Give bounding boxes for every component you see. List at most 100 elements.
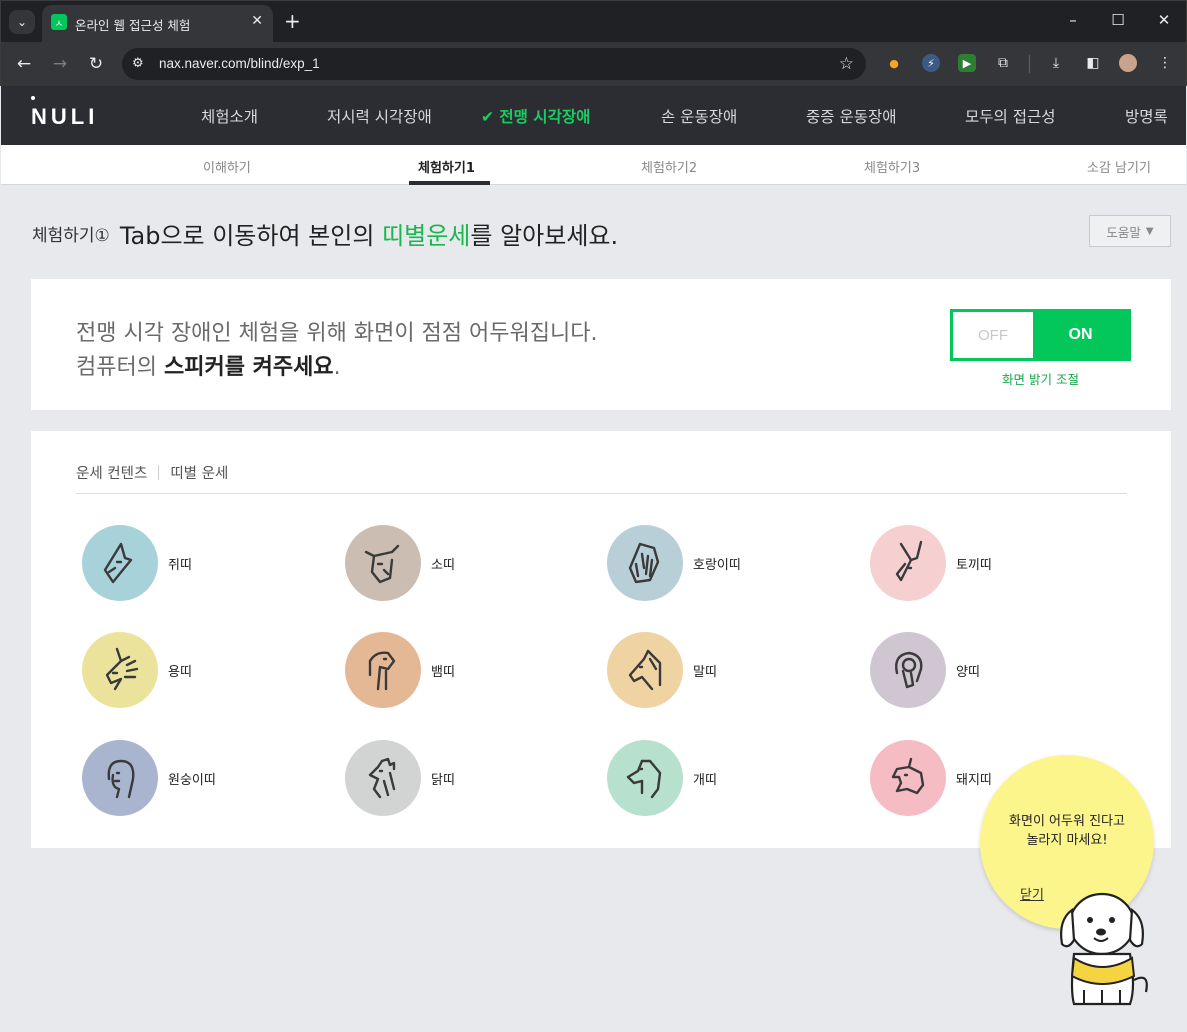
heading-text-before: Tab으로 이동하여 본인의 — [119, 222, 383, 250]
sub-navigation: 이해하기 체험하기1 체험하기2 체험하기3 소감 남기기 — [1, 145, 1186, 185]
breadcrumb-divider — [158, 465, 160, 480]
breadcrumb: 운세 컨텐츠 띠별 운세 — [76, 462, 228, 483]
zodiac-label: 개띠 — [693, 772, 717, 788]
zodiac-label: 양띠 — [956, 664, 980, 680]
bubble-line-1: 화면이 어두워 진다고 — [1009, 814, 1125, 829]
toggle-on-option[interactable]: ON — [1033, 312, 1128, 358]
rat-icon — [82, 525, 158, 601]
guide-dog-mascot — [1060, 892, 1148, 1006]
extension-person-icon[interactable]: ● — [885, 54, 903, 72]
gnb-intro[interactable]: 체험소개 — [201, 105, 258, 127]
maximize-icon[interactable]: ☐ — [1108, 11, 1128, 29]
monkey-icon — [82, 740, 158, 816]
zodiac-label: 닭띠 — [431, 772, 455, 788]
notice-line-2-prefix: 컴퓨터의 — [76, 355, 164, 380]
gnb-hand-motor[interactable]: 손 운동장애 — [661, 105, 737, 127]
bookmark-star-icon[interactable]: ☆ — [839, 54, 854, 74]
side-panel-icon[interactable]: ◧ — [1084, 54, 1102, 72]
nuli-logo[interactable]: NULI — [31, 104, 98, 130]
zodiac-horse[interactable]: 말띠 — [607, 632, 717, 708]
zodiac-label: 쥐띠 — [168, 557, 192, 573]
gnb-low-vision[interactable]: 저시력 시각장애 — [327, 105, 432, 127]
menu-kebab-icon[interactable]: ⋮ — [1156, 54, 1174, 72]
notice-line-2: 컴퓨터의 스피커를 켜주세요. — [76, 349, 341, 381]
reload-icon[interactable]: ↻ — [85, 53, 107, 75]
back-icon[interactable]: ← — [13, 53, 35, 75]
zodiac-rooster[interactable]: 닭띠 — [345, 740, 455, 816]
zodiac-ox[interactable]: 소띠 — [345, 525, 455, 601]
help-button[interactable]: 도움말 ▼ — [1089, 215, 1171, 247]
tiger-icon — [607, 525, 683, 601]
url-text[interactable]: nax.naver.com/blind/exp_1 — [159, 56, 320, 71]
download-icon[interactable]: ⤓ — [1047, 54, 1065, 72]
toolbar-divider — [1029, 55, 1030, 73]
zodiac-label: 말띠 — [693, 664, 717, 680]
browser-tab[interactable]: ㅅ 온라인 웹 접근성 체험 ✕ — [42, 5, 273, 43]
zodiac-label: 용띠 — [168, 664, 192, 680]
zodiac-label: 뱀띠 — [431, 664, 455, 680]
zodiac-rat[interactable]: 쥐띠 — [82, 525, 192, 601]
zodiac-tiger[interactable]: 호랑이띠 — [607, 525, 741, 601]
caret-down-icon: ▼ — [1145, 225, 1154, 237]
gnb-accessibility-for-all[interactable]: 모두의 접근성 — [965, 105, 1056, 127]
gnb-blind-label: 전맹 시각장애 — [499, 108, 591, 126]
heading-text: Tab으로 이동하여 본인의 띠별운세를 알아보세요. — [120, 222, 618, 250]
zodiac-monkey[interactable]: 원숭이띠 — [82, 740, 216, 816]
sheep-icon — [870, 632, 946, 708]
notice-panel: 전맹 시각 장애인 체험을 위해 화면이 점점 어두워집니다. 컴퓨터의 스피커… — [31, 279, 1171, 410]
zodiac-sheep[interactable]: 양띠 — [870, 632, 980, 708]
subnav-feedback[interactable]: 소감 남기기 — [1087, 157, 1151, 176]
zodiac-dog[interactable]: 개띠 — [607, 740, 717, 816]
site-info-icon[interactable]: ⚙ — [132, 56, 144, 71]
forward-icon[interactable]: → — [49, 53, 71, 75]
zodiac-label: 돼지띠 — [956, 772, 992, 788]
extension-bolt-icon[interactable]: ⚡ — [922, 54, 940, 72]
gnb-guestbook[interactable]: 방명록 — [1125, 105, 1168, 127]
browser-toolbar: ← → ↻ ⚙ nax.naver.com/blind/exp_1 ☆ ● ⚡ … — [0, 42, 1187, 86]
breadcrumb-zodiac-fortune[interactable]: 띠별 운세 — [170, 466, 228, 482]
check-icon: ✔ — [481, 108, 500, 126]
bubble-close-link[interactable]: 닫기 — [1020, 884, 1044, 903]
page-title: 체험하기① Tab으로 이동하여 본인의 띠별운세를 알아보세요. — [32, 216, 618, 251]
extensions-puzzle-icon[interactable]: ⧉ — [994, 54, 1012, 72]
active-tab-indicator — [409, 181, 490, 185]
address-bar[interactable]: ⚙ nax.naver.com/blind/exp_1 ☆ — [122, 48, 866, 80]
rooster-icon — [345, 740, 421, 816]
zodiac-pig[interactable]: 돼지띠 — [870, 740, 992, 816]
toggle-caption: 화면 밝기 조절 — [1002, 372, 1079, 387]
gnb-blind[interactable]: ✔ 전맹 시각장애 — [481, 105, 590, 127]
zodiac-rabbit[interactable]: 토끼띠 — [870, 525, 992, 601]
profile-avatar[interactable] — [1119, 54, 1137, 72]
zodiac-label: 원숭이띠 — [168, 772, 216, 788]
pig-icon — [870, 740, 946, 816]
favicon-icon: ㅅ — [51, 14, 67, 30]
subnav-experience-1[interactable]: 체험하기1 — [418, 157, 475, 176]
tab-search-button[interactable]: ⌄ — [9, 10, 35, 34]
heading-highlight: 띠별운세 — [382, 222, 471, 250]
breadcrumb-fortune-contents[interactable]: 운세 컨텐츠 — [76, 466, 147, 482]
subnav-understand[interactable]: 이해하기 — [203, 157, 251, 176]
minimize-icon[interactable]: – — [1063, 11, 1083, 29]
zodiac-snake[interactable]: 뱀띠 — [345, 632, 455, 708]
toggle-off-option[interactable]: OFF — [953, 312, 1033, 358]
tab-close-icon[interactable]: ✕ — [251, 13, 263, 29]
ox-icon — [345, 525, 421, 601]
help-label: 도움말 — [1106, 224, 1141, 240]
dragon-icon — [82, 632, 158, 708]
subnav-experience-2[interactable]: 체험하기2 — [641, 157, 697, 176]
bubble-line-2: 놀라지 마세요! — [1026, 833, 1108, 848]
heading-prefix: 체험하기① — [32, 226, 110, 246]
zodiac-label: 호랑이띠 — [693, 557, 741, 573]
notice-line-2-bold: 스피커를 켜주세요 — [163, 355, 334, 380]
extension-video-icon[interactable]: ▶ — [958, 54, 976, 72]
close-window-icon[interactable]: ✕ — [1154, 11, 1174, 29]
rabbit-icon — [870, 525, 946, 601]
zodiac-dragon[interactable]: 용띠 — [82, 632, 192, 708]
brightness-toggle[interactable]: OFF ON — [950, 309, 1131, 361]
gnb-severe-motor[interactable]: 중증 운동장애 — [806, 105, 897, 127]
site-header: NULI 체험소개 저시력 시각장애 ✔ 전맹 시각장애 손 운동장애 중증 운… — [1, 86, 1186, 145]
horse-icon — [607, 632, 683, 708]
notice-line-1: 전맹 시각 장애인 체험을 위해 화면이 점점 어두워집니다. — [76, 321, 598, 346]
new-tab-icon[interactable]: + — [284, 10, 301, 32]
subnav-experience-3[interactable]: 체험하기3 — [864, 157, 920, 176]
